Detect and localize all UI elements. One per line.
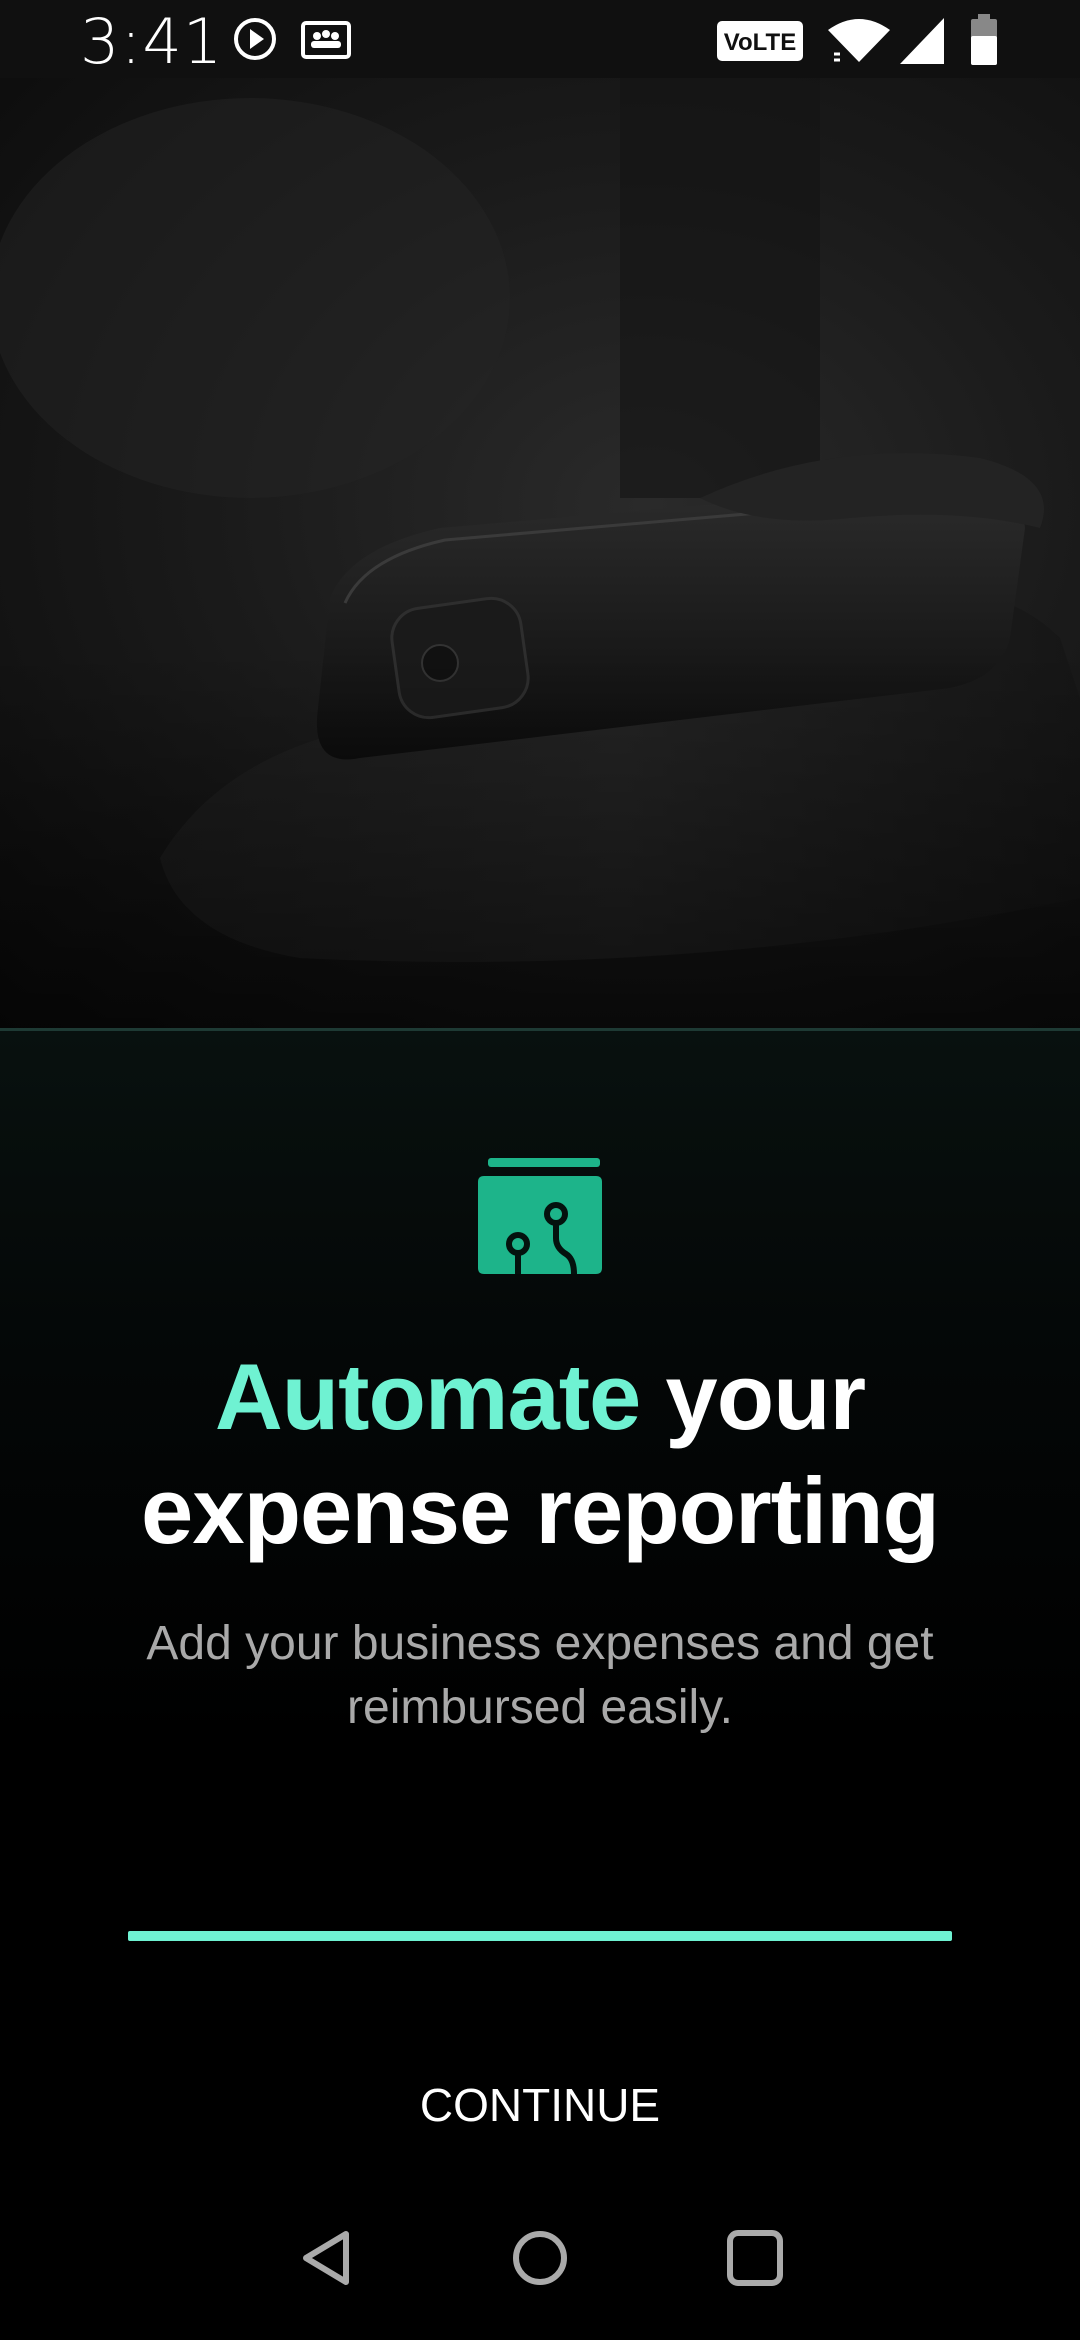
screen: 3:41 VoLTE Automate your expense reporti… — [0, 0, 1080, 2340]
battery-icon — [970, 14, 998, 71]
wifi-icon — [826, 16, 892, 71]
hero-photo — [0, 78, 1080, 1028]
subtitle: Add your business expenses and get reimb… — [146, 1617, 934, 1734]
play-circle-icon — [232, 16, 278, 67]
status-bar: 3:41 VoLTE — [0, 0, 1080, 78]
phone-in-hand-photo — [0, 78, 1080, 1028]
headline: Automate your expense reporting — [0, 1340, 1080, 1568]
status-time: 3:41 — [80, 5, 224, 78]
onboarding-progress — [128, 1931, 952, 1941]
back-button[interactable] — [276, 2210, 376, 2310]
volte-label: VoLTE — [724, 29, 796, 56]
gallery-icon — [300, 20, 352, 65]
progress-fill — [128, 1931, 952, 1941]
headline-line1-rest: your — [640, 1344, 866, 1449]
home-button[interactable] — [490, 2210, 590, 2310]
headline-line2: expense reporting — [141, 1458, 940, 1563]
volte-icon: VoLTE — [716, 20, 804, 67]
recents-button[interactable] — [705, 2210, 805, 2310]
recents-icon — [725, 2228, 785, 2293]
back-icon — [296, 2228, 356, 2293]
signal-icon — [898, 16, 946, 71]
continue-button[interactable]: CONTINUE — [340, 2050, 740, 2160]
headline-accent: Automate — [214, 1344, 641, 1449]
wallet-circuit-icon — [476, 1158, 604, 1275]
navigation-bar — [0, 2190, 1080, 2340]
home-icon — [510, 2228, 570, 2293]
